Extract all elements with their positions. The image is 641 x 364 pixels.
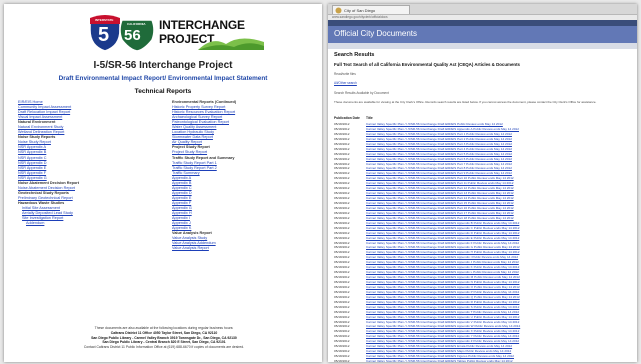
page-subtitle[interactable]: Draft Environmental Impact Report/ Envir… bbox=[14, 75, 312, 82]
banner-strip bbox=[328, 43, 637, 49]
shield-california-label: CALIFORNIA bbox=[127, 22, 146, 26]
page-footer: These documents are also available at th… bbox=[44, 326, 284, 350]
report-link[interactable]: Value Analysis Report bbox=[172, 246, 312, 251]
results-description: These documents are available for viewin… bbox=[334, 100, 597, 104]
small-note: Read/write files bbox=[334, 72, 356, 76]
browser-tab[interactable]: City of San Diego bbox=[332, 5, 410, 14]
fulltext-heading: Full Text Search of all California Envir… bbox=[334, 62, 520, 67]
results-note: Search Results Available by Document bbox=[334, 91, 389, 95]
results-table: 05/18/2012 Carmel Valley Specific Plan / … bbox=[334, 122, 631, 362]
col-header-date: Publication Date bbox=[334, 116, 360, 120]
banner-title: Official City Documents bbox=[334, 29, 417, 38]
other-search-link[interactable]: All/Other search bbox=[334, 81, 357, 85]
col-header-title: Title bbox=[366, 116, 373, 120]
site-favicon-icon bbox=[335, 7, 342, 14]
results-heading: Search Results bbox=[334, 52, 375, 58]
report-link[interactable]: Addendum bbox=[18, 221, 164, 226]
row-document-link[interactable]: Carmel Valley Specific Plan / I-5/SR-56 … bbox=[366, 359, 631, 362]
interchange-project-page: INTERSTATE 5 CALIFORNIA 56 INTERCHANGE P… bbox=[4, 4, 322, 362]
browser-tab-label: City of San Diego bbox=[344, 8, 376, 13]
browser-tab-bar: City of San Diego bbox=[328, 4, 637, 15]
project-logo: INTERSTATE 5 CALIFORNIA 56 INTERCHANGE P… bbox=[86, 12, 286, 52]
route-5-number: 5 bbox=[98, 24, 110, 46]
results-table-header: Publication Date Title bbox=[334, 116, 631, 121]
reports-column-2: Environmental Reports (Continued) Histori… bbox=[172, 100, 312, 251]
row-date: 05/18/2012 bbox=[334, 359, 350, 362]
hills-icon bbox=[198, 38, 264, 50]
reports-column-1: EIR/EIS Home Community Impact Assessment D… bbox=[18, 100, 164, 226]
footer-contact: Contact Caltrans District 11 Public Info… bbox=[83, 345, 245, 350]
shield-interstate-label: INTERSTATE bbox=[95, 18, 114, 22]
route-56-number: 56 bbox=[124, 27, 141, 44]
section-title: Technical Reports bbox=[134, 88, 192, 95]
table-row: 05/18/2012 Carmel Valley Specific Plan / … bbox=[334, 359, 631, 362]
page-banner: Official City Documents bbox=[328, 26, 637, 43]
city-documents-page: City of San Diego www.sandiego.gov/cityc… bbox=[328, 4, 637, 362]
page-title: I-5/SR-56 Interchange Project bbox=[93, 60, 233, 71]
